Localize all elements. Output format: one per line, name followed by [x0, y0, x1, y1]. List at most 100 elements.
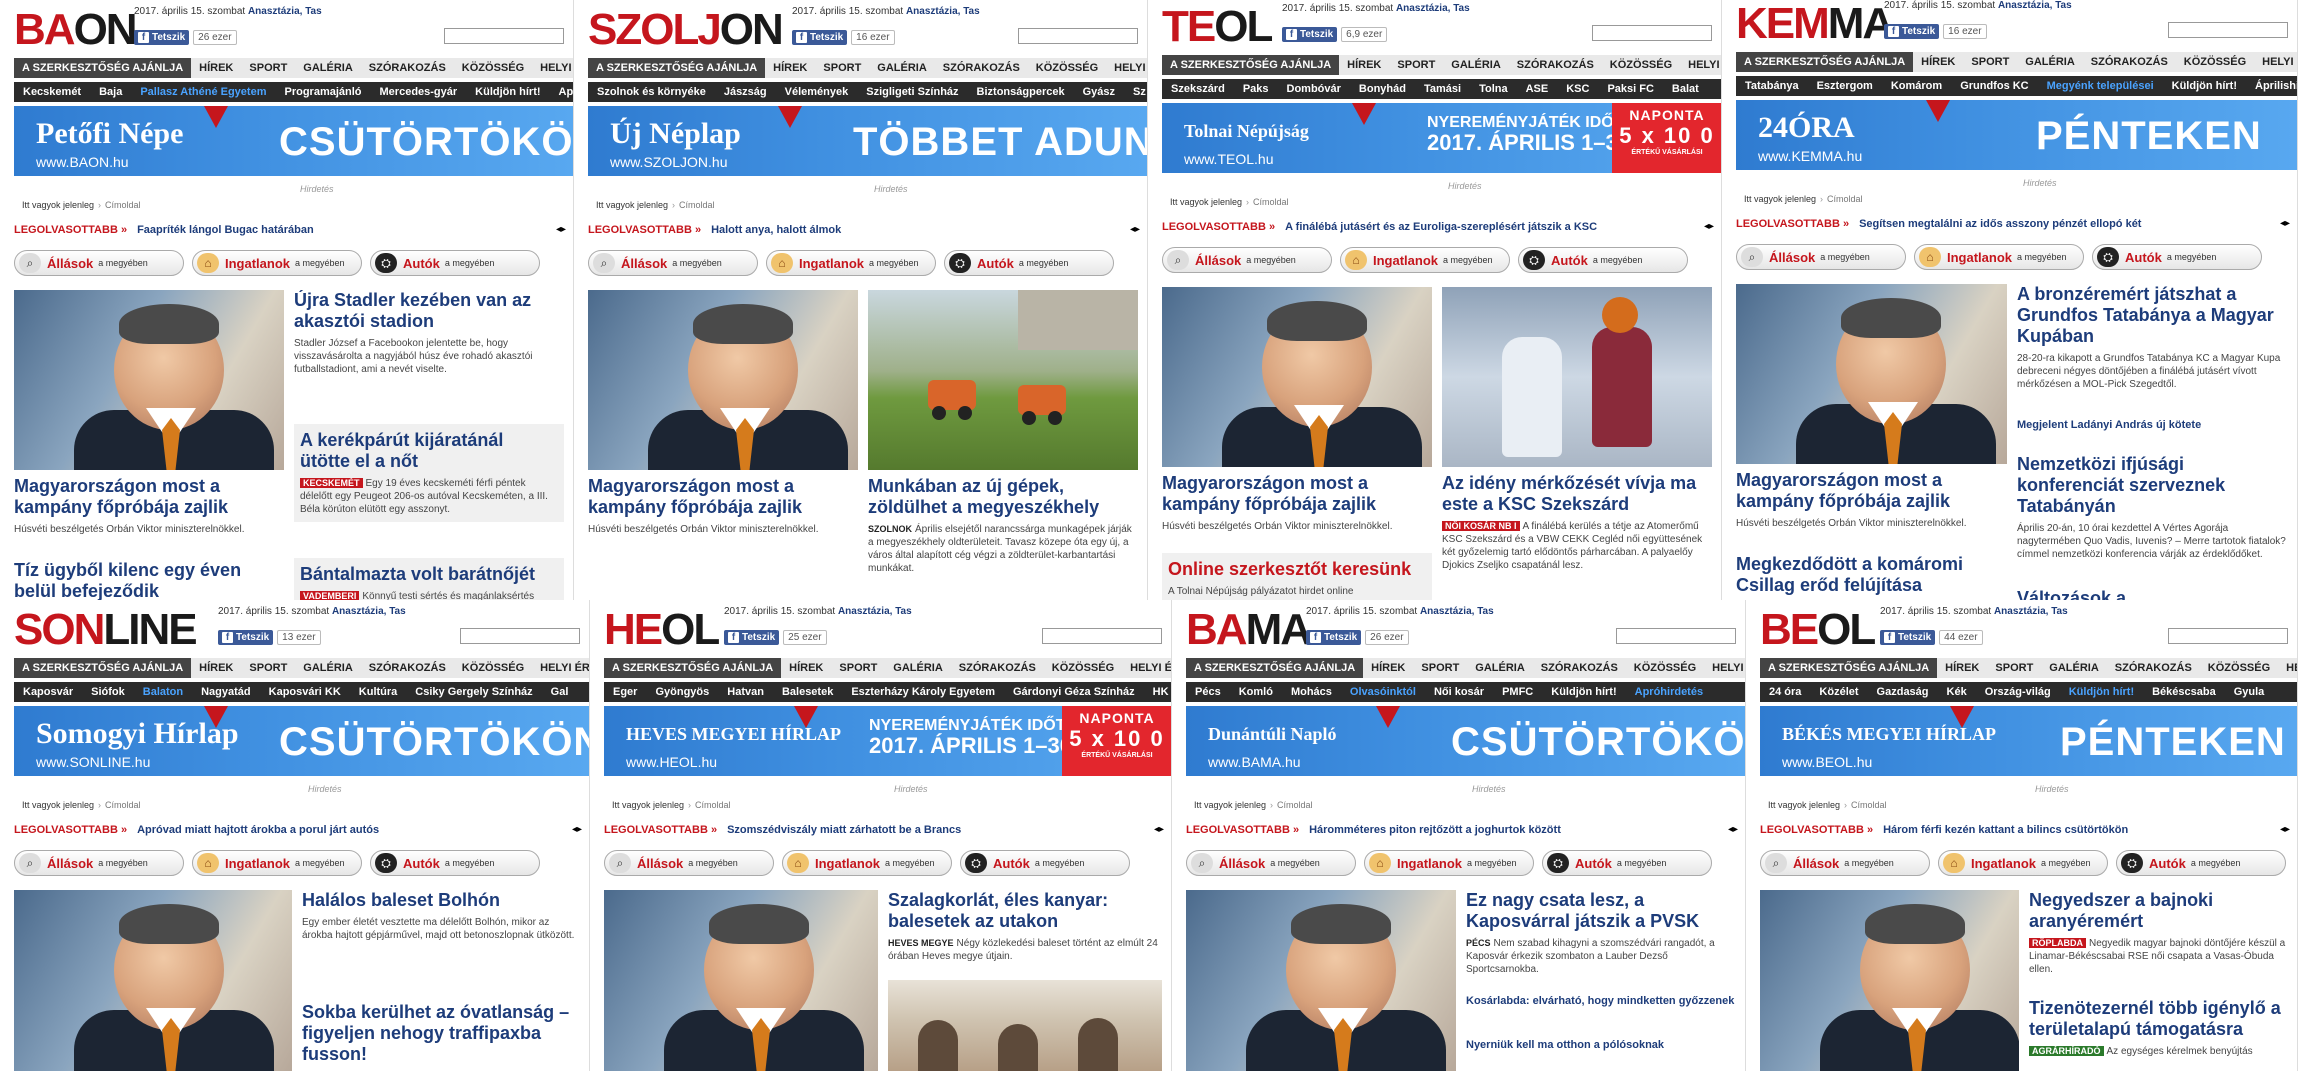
most-read-headline[interactable]: Apróvad miatt hajtott árokba a porul jár… [137, 824, 379, 836]
main-nav-item[interactable]: SZÓRAKOZÁS [1509, 59, 1602, 71]
sub-nav-item[interactable]: Kaposvári KK [260, 686, 350, 698]
main-nav-item[interactable]: SZÓRAKOZÁS [951, 662, 1044, 674]
sub-nav-item[interactable]: Balesetek [773, 686, 842, 698]
classified-button-1[interactable]: ⌂ Ingatlanok a megyében [782, 850, 952, 876]
sub-nav-item[interactable]: Ap [550, 86, 573, 98]
breadcrumb-page[interactable]: Címoldal [1277, 800, 1313, 810]
second-article-photo[interactable] [1442, 287, 1712, 467]
ticker-arrows-icon[interactable]: ◂▸ [1728, 824, 1738, 835]
main-nav-item[interactable]: KÖZÖSSÉG [454, 662, 532, 674]
sub-nav-item[interactable]: Kecskemét [14, 86, 90, 98]
main-nav-item[interactable]: HÍREK [191, 662, 241, 674]
classified-button-0[interactable]: ⌕ Állások a megyében [14, 250, 184, 276]
ad-banner[interactable]: Petőfi Népe www.BAON.hu CSÜTÖRTÖKÖN [14, 106, 573, 176]
main-nav-item[interactable]: HELYI ÉRTÉK [1680, 59, 1721, 71]
ticker-arrows-icon[interactable]: ◂▸ [2280, 824, 2290, 835]
main-nav-item[interactable]: HÍREK [765, 62, 815, 74]
main-nav-item[interactable]: KÖZÖSSÉG [454, 62, 532, 74]
ticker-arrows-icon[interactable]: ◂▸ [1130, 224, 1140, 235]
portrait-photo[interactable] [1760, 890, 2019, 1071]
main-nav-item[interactable]: SZÓRAKOZÁS [361, 662, 454, 674]
search-input[interactable] [460, 628, 580, 644]
ad-banner[interactable]: BÉKÉS MEGYEI HÍRLAP www.BEOL.hu PÉNTEKEN [1760, 706, 2297, 776]
job-notice[interactable]: Online szerkesztőt keresünk A Tolnai Népú… [1162, 553, 1432, 600]
sub-nav-item[interactable]: KSC [1557, 83, 1598, 95]
main-nav-item[interactable]: GALÉRIA [295, 662, 361, 674]
site-logo[interactable]: HEOL [604, 608, 720, 652]
main-nav-item[interactable]: SZÓRAKOZÁS [2083, 56, 2176, 68]
breadcrumb-page[interactable]: Címoldal [1827, 194, 1863, 204]
sub-nav-item[interactable]: Programajánló [275, 86, 370, 98]
site-logo[interactable]: SZOLJON [588, 8, 784, 52]
sub-nav-item[interactable]: Baja [90, 86, 131, 98]
main-nav-item[interactable]: GALÉRIA [869, 62, 935, 74]
breadcrumb-page[interactable]: Címoldal [105, 800, 141, 810]
search-input[interactable] [444, 28, 564, 44]
main-nav-item[interactable]: SPORT [1987, 662, 2041, 674]
classified-button-2[interactable]: ⛭ Autók a megyében [370, 850, 540, 876]
classified-button-2[interactable]: ⛭ Autók a megyében [2116, 850, 2286, 876]
sub-nav-item[interactable]: 24 óra [1760, 686, 1810, 698]
portrait-photo[interactable] [604, 890, 878, 1071]
ad-banner[interactable]: Dunántúli Napló www.BAMA.hu CSÜTÖRTÖKÖN [1186, 706, 1745, 776]
sub-nav-item[interactable]: Küldjön hírt! [466, 86, 549, 98]
sub-nav-item[interactable]: Közélet [1810, 686, 1867, 698]
main-nav-item[interactable]: SZÓRAKOZÁS [935, 62, 1028, 74]
sub-nav-item[interactable]: Komárom [1882, 80, 1951, 92]
sub-nav-item[interactable]: Pécs [1186, 686, 1230, 698]
sub-nav-item[interactable]: Biztonságpercek [968, 86, 1074, 98]
second-article-photo[interactable] [868, 290, 1138, 470]
classified-button-2[interactable]: ⛭ Autók a megyében [370, 250, 540, 276]
main-nav-item[interactable]: GALÉRIA [2017, 56, 2083, 68]
bottom-article[interactable]: Megkezdődött a komáromi Csillag erőd fel… [1736, 554, 2007, 596]
sub-nav-item[interactable]: Gárdonyi Géza Színház [1004, 686, 1144, 698]
most-read-headline[interactable]: A finálébá jutásért és az Euroliga-szere… [1285, 221, 1597, 233]
main-nav-item[interactable]: KÖZÖSSÉG [2200, 662, 2278, 674]
most-read-headline[interactable]: Szomszédviszály miatt zárhatott be a Bra… [727, 824, 961, 836]
main-nav-item[interactable]: GALÉRIA [295, 62, 361, 74]
main-nav-item[interactable]: SPORT [1389, 59, 1443, 71]
ticker-arrows-icon[interactable]: ◂▸ [1704, 221, 1714, 232]
sub-nav-item[interactable]: Esztergom [1808, 80, 1882, 92]
main-nav-item[interactable]: SPORT [831, 662, 885, 674]
sub-nav-item[interactable]: Tatabánya [1736, 80, 1808, 92]
main-nav-item[interactable]: HELYI ÉRTÉK [532, 662, 589, 674]
classified-button-1[interactable]: ⌂ Ingatlanok a megyében [766, 250, 936, 276]
facebook-like-button[interactable]: f Tetszik [792, 30, 848, 45]
most-read-headline[interactable]: Három férfi kezén kattant a bilincs csüt… [1883, 824, 2128, 836]
sub-nav-item[interactable]: Paksi FC [1598, 83, 1662, 95]
sub-nav-item[interactable]: Tamási [1415, 83, 1470, 95]
main-nav-item[interactable]: HÍREK [1339, 59, 1389, 71]
sub-nav-item[interactable]: Gyász [1074, 86, 1124, 98]
main-nav-item[interactable]: KÖZÖSSÉG [2176, 56, 2254, 68]
second-article[interactable]: Ez nagy csata lesz, a Kaposvárral játszi… [1466, 890, 1736, 976]
sub-nav-item[interactable]: ASE [1517, 83, 1558, 95]
sub-nav-item[interactable]: Vélemények [776, 86, 858, 98]
most-read-headline[interactable]: Háromméteres piton rejtőzött a joghurtok… [1309, 824, 1561, 836]
sub-nav-item[interactable]: Kultúra [350, 686, 407, 698]
side-article[interactable]: Megjelent Ladányi András új kötete [2017, 418, 2288, 432]
main-nav-item[interactable]: KÖZÖSSÉG [1028, 62, 1106, 74]
facebook-like-button[interactable]: f Tetszik [1282, 27, 1338, 42]
classified-button-2[interactable]: ⛭ Autók a megyében [1518, 247, 1688, 273]
breadcrumb-page[interactable]: Címoldal [679, 200, 715, 210]
second-article[interactable]: Az idény mérkőzését vívja ma este a KSC … [1442, 473, 1712, 572]
third-article[interactable]: Tizenötezernél több igénylő a területala… [2029, 998, 2288, 1058]
main-nav-item[interactable]: KÖZÖSSÉG [1602, 59, 1680, 71]
classified-button-1[interactable]: ⌂ Ingatlanok a megyében [192, 250, 362, 276]
sub-nav-item[interactable]: Grundfos KC [1951, 80, 2037, 92]
classified-button-0[interactable]: ⌕ Állások a megyében [604, 850, 774, 876]
classified-button-1[interactable]: ⌂ Ingatlanok a megyében [1914, 244, 2084, 270]
sub-nav-item[interactable]: Gal [542, 686, 578, 698]
side-article[interactable]: A kerékpárút kijáratánál ütötte el a nőt… [294, 424, 564, 522]
main-nav-item[interactable]: GALÉRIA [1443, 59, 1509, 71]
facebook-like-button[interactable]: f Tetszik [1306, 630, 1362, 645]
sub-nav-item[interactable]: Csiky Gergely Színház [406, 686, 541, 698]
classified-button-0[interactable]: ⌕ Állások a megyében [588, 250, 758, 276]
portrait-photo[interactable] [1186, 890, 1456, 1071]
sub-nav-item[interactable]: Gyöngyös [646, 686, 718, 698]
sub-nav-item[interactable]: Mohács [1282, 686, 1341, 698]
lead-article[interactable]: Magyarországon most a kampány főpróbája … [588, 476, 858, 536]
portrait-photo[interactable] [1736, 284, 2007, 464]
main-nav-item[interactable]: GALÉRIA [885, 662, 951, 674]
